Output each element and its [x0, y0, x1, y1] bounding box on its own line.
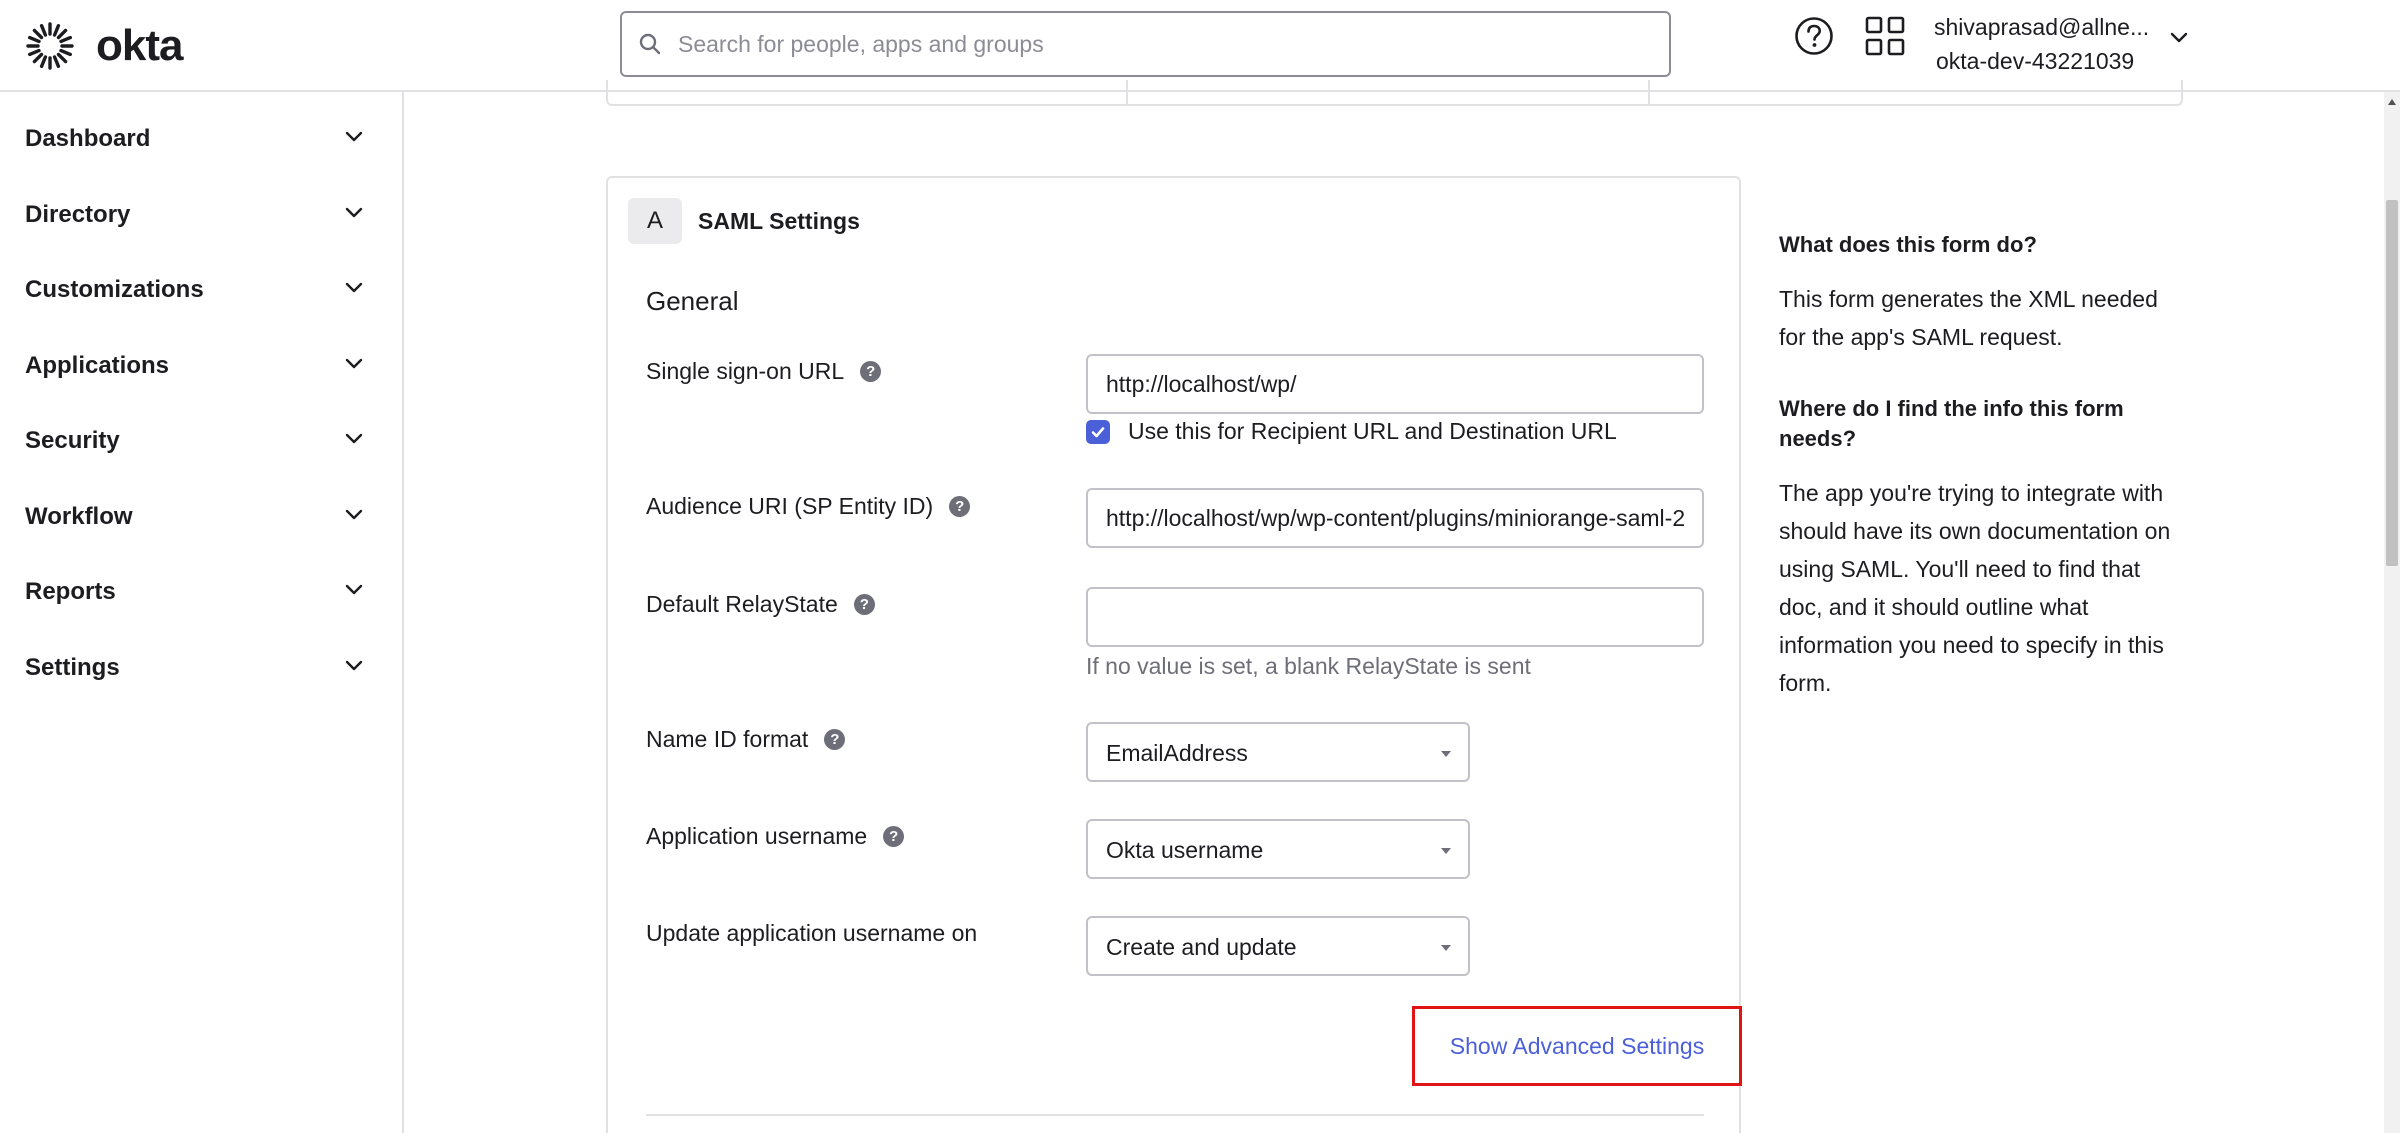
section-title: General [646, 286, 739, 316]
sso-url-label: Single sign-on URL ? [646, 358, 882, 385]
app-switcher-button[interactable] [1865, 16, 1905, 56]
chevron-down-icon [345, 358, 363, 369]
sidebar-item-label: Security [25, 427, 120, 454]
sidebar-item-dashboard[interactable]: Dashboard [0, 107, 402, 171]
help-tooltip-icon[interactable]: ? [824, 729, 846, 750]
search-input[interactable] [678, 30, 1638, 58]
checkbox-label: Use this for Recipient URL and Destinati… [1128, 418, 1617, 444]
field-label-text: Single sign-on URL [646, 358, 845, 384]
chevron-down-icon [345, 433, 363, 444]
org-name: okta-dev-43221039 [1936, 48, 2135, 74]
help-tooltip-icon[interactable]: ? [949, 496, 971, 517]
field-label-text: Name ID format [646, 726, 809, 752]
help-answer: This form generates the XML needed for t… [1779, 286, 2158, 350]
step-title: SAML Settings [698, 208, 860, 234]
link-text[interactable]: Show Advanced Settings [1450, 1033, 1704, 1060]
sidebar-nav: Dashboard Directory Customizations Appli… [0, 92, 404, 1133]
show-advanced-settings-link[interactable]: Show Advanced Settings [1412, 1006, 1742, 1086]
okta-sunburst-icon [26, 22, 74, 70]
audience-uri-label: Audience URI (SP Entity ID) ? [646, 493, 971, 520]
chevron-down-icon [345, 207, 363, 218]
recipient-url-checkbox-row[interactable]: Use this for Recipient URL and Destinati… [1086, 418, 1617, 445]
select-value: EmailAddress [1106, 740, 1248, 766]
checkmark-icon [1091, 426, 1105, 437]
field-label-text: Audience URI (SP Entity ID) [646, 493, 934, 519]
help-icon [1795, 17, 1833, 55]
sidebar-item-label: Directory [25, 201, 131, 228]
help-tooltip-icon[interactable]: ? [883, 826, 905, 847]
sidebar-item-applications[interactable]: Applications [0, 334, 402, 398]
step-badge: A [628, 198, 682, 244]
sidebar-item-customizations[interactable]: Customizations [0, 258, 402, 322]
search-bar[interactable] [620, 11, 1671, 77]
caret-down-icon [1441, 751, 1451, 757]
field-label-text: Application username [646, 823, 868, 849]
checkbox-checked[interactable] [1086, 419, 1110, 444]
caret-down-icon [1441, 945, 1451, 951]
divider [1648, 80, 1650, 104]
update-username-select[interactable]: Create and update [1086, 916, 1470, 976]
select-value: Okta username [1106, 837, 1264, 863]
scroll-up-arrow-icon[interactable] [2387, 98, 2397, 106]
help-answer: The app you're trying to integrate with … [1779, 480, 2171, 696]
caret-down-icon [1441, 848, 1451, 854]
sidebar-item-workflow[interactable]: Workflow [0, 485, 402, 549]
chevron-down-icon [345, 584, 363, 595]
help-tooltip-icon[interactable]: ? [860, 361, 882, 382]
field-label-text: Update application username on [646, 920, 978, 946]
relay-state-label: Default RelayState ? [646, 591, 875, 618]
okta-logo[interactable]: okta [24, 18, 183, 74]
chevron-down-icon [345, 282, 363, 293]
name-id-format-label: Name ID format ? [646, 726, 846, 753]
relay-state-hint: If no value is set, a blank RelayState i… [1086, 653, 1531, 679]
help-tooltip-icon[interactable]: ? [853, 594, 875, 615]
app-grid-icon [1865, 16, 1905, 56]
sidebar-item-reports[interactable]: Reports [0, 560, 402, 624]
sidebar-item-label: Customizations [25, 276, 204, 303]
help-question: Where do I find the info this form needs… [1779, 396, 2124, 451]
sidebar-item-label: Applications [25, 352, 170, 379]
user-email: shivaprasad@allne... [1934, 14, 2150, 40]
relay-state-input[interactable] [1086, 587, 1704, 647]
chevron-down-icon [345, 509, 363, 520]
logo-text: okta [96, 21, 183, 70]
page-scrollbar[interactable] [2384, 92, 2400, 1133]
field-label-text: Default RelayState [646, 591, 838, 617]
help-question: What does this form do? [1779, 232, 2037, 257]
user-menu[interactable]: shivaprasad@allne... okta-dev-43221039 [1934, 12, 2194, 74]
sidebar-item-label: Workflow [25, 503, 133, 530]
scrollbar-thumb[interactable] [2386, 200, 2398, 566]
help-button[interactable] [1794, 16, 1834, 56]
select-value: Create and update [1106, 934, 1297, 960]
sso-url-input[interactable] [1086, 354, 1704, 414]
top-header: okta shivaprasad@allne... okta-dev-43221… [0, 0, 2400, 92]
app-username-label: Application username ? [646, 823, 905, 850]
chevron-down-icon [345, 660, 363, 671]
saml-settings-card: A SAML Settings General Single sign-on U… [606, 176, 1742, 1133]
divider [1126, 80, 1128, 104]
chevron-down-icon [345, 131, 363, 142]
sidebar-item-label: Reports [25, 578, 116, 605]
sidebar-item-label: Dashboard [25, 125, 151, 152]
sidebar-item-security[interactable]: Security [0, 409, 402, 473]
search-icon [638, 31, 664, 57]
divider [646, 1114, 1704, 1116]
app-username-select[interactable]: Okta username [1086, 819, 1470, 879]
sidebar-item-settings[interactable]: Settings [0, 636, 402, 700]
name-id-format-select[interactable]: EmailAddress [1086, 722, 1470, 782]
sidebar-item-directory[interactable]: Directory [0, 183, 402, 247]
previous-card-edge [606, 80, 2183, 106]
update-username-label: Update application username on [646, 920, 977, 947]
sidebar-item-label: Settings [25, 654, 120, 681]
chevron-down-icon [2170, 32, 2188, 43]
audience-uri-input[interactable] [1086, 488, 1704, 548]
